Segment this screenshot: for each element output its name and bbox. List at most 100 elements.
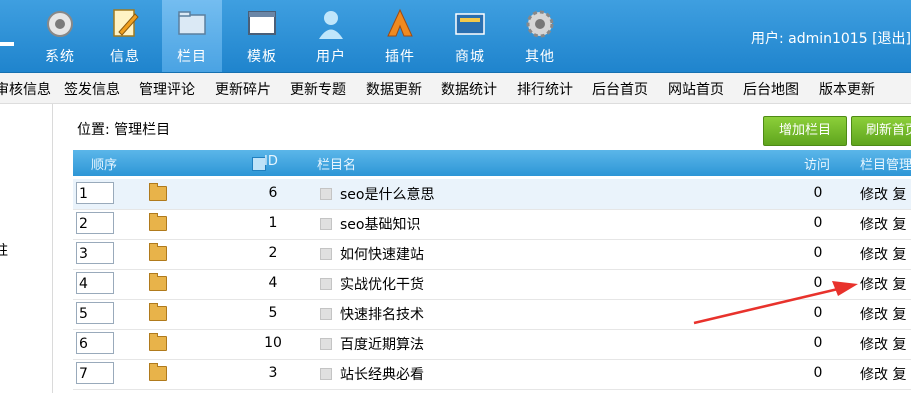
- menu-sign-info[interactable]: 签发信息: [64, 79, 120, 99]
- header-id: ID: [264, 154, 278, 169]
- column-name-link[interactable]: 如何快速建站: [340, 244, 424, 264]
- nav-label: 商城: [455, 49, 485, 65]
- visit-count: 0: [813, 245, 823, 261]
- nav-label: 其他: [525, 49, 555, 65]
- menu-rank-stats[interactable]: 排行统计: [517, 79, 573, 99]
- menu-admin-home[interactable]: 后台首页: [592, 79, 648, 99]
- menu-site-home[interactable]: 网站首页: [668, 79, 724, 99]
- menu-review-info[interactable]: 审核信息: [0, 79, 51, 99]
- edit-actions[interactable]: 修改 复: [860, 274, 906, 294]
- order-input[interactable]: 2: [76, 212, 114, 234]
- order-input[interactable]: 3: [76, 242, 114, 264]
- user-icon: [319, 11, 343, 39]
- menu-admin-map[interactable]: 后台地图: [743, 79, 799, 99]
- nav-shop[interactable]: 商城: [440, 0, 500, 72]
- page-icon: [320, 338, 332, 350]
- order-input[interactable]: 5: [76, 302, 114, 324]
- folder-icon[interactable]: [149, 183, 167, 201]
- visit-count: 0: [813, 275, 823, 291]
- column-id: 6: [268, 185, 278, 201]
- page-icon: [320, 188, 332, 200]
- table-row: 3 2 如何快速建站 0 修改 复: [73, 239, 911, 270]
- header-order: 顺序: [91, 158, 118, 173]
- page-icon: [320, 248, 332, 260]
- menu-data-update[interactable]: 数据更新: [366, 79, 422, 99]
- visit-count: 0: [813, 215, 823, 231]
- column-name-link[interactable]: seo是什么意思: [340, 184, 434, 204]
- table-row: 5 5 快速排名技术 0 修改 复: [73, 299, 911, 330]
- visit-count: 0: [813, 335, 823, 351]
- nav-label: 模板: [247, 49, 277, 65]
- edit-actions[interactable]: 修改 复: [860, 304, 906, 324]
- header-visits: 访问: [804, 158, 831, 173]
- edit-actions[interactable]: 修改 复: [860, 364, 906, 384]
- nav-user[interactable]: 用户: [301, 0, 361, 72]
- sidebar-text-fragment[interactable]: 柱: [0, 240, 8, 260]
- order-input[interactable]: 6: [76, 332, 114, 354]
- nav-column[interactable]: 栏目: [162, 0, 222, 72]
- table-row: 7 3 站长经典必看 0 修改 复: [73, 359, 911, 390]
- order-input[interactable]: 1: [76, 182, 114, 204]
- system-gear-icon: [47, 11, 73, 37]
- template-window-icon: [248, 11, 276, 35]
- folder-icon[interactable]: [149, 213, 167, 231]
- breadcrumb: 位置: 管理栏目: [77, 122, 171, 138]
- menu-topics[interactable]: 更新专题: [290, 79, 346, 99]
- menu-fragments[interactable]: 更新碎片: [215, 79, 271, 99]
- nav-label: 系统: [45, 49, 75, 65]
- column-folder-icon: [178, 11, 206, 35]
- edit-actions[interactable]: 修改 复: [860, 334, 906, 354]
- info-edit-icon: [113, 9, 139, 37]
- table-header: 顺序 ID 栏目名 访问 栏目管理: [73, 150, 911, 176]
- visit-count: 0: [813, 185, 823, 201]
- column-id: 2: [268, 245, 278, 261]
- nav-label: 插件: [385, 49, 415, 65]
- page-icon: [320, 368, 332, 380]
- user-info[interactable]: 用户: admin1015 [退出]: [751, 28, 911, 48]
- folder-icon[interactable]: [149, 303, 167, 321]
- menu-comments[interactable]: 管理评论: [139, 79, 195, 99]
- nav-system[interactable]: 系统: [30, 0, 90, 72]
- folder-icon[interactable]: [149, 243, 167, 261]
- column-name-link[interactable]: 站长经典必看: [340, 364, 424, 384]
- column-name-link[interactable]: 快速排名技术: [340, 304, 424, 324]
- add-column-button[interactable]: 增加栏目: [763, 116, 847, 146]
- column-id: 4: [268, 275, 278, 291]
- nav-info[interactable]: 信息: [95, 0, 155, 72]
- column-name-link[interactable]: 实战优化干货: [340, 274, 424, 294]
- column-name-link[interactable]: 百度近期算法: [340, 334, 424, 354]
- edit-actions[interactable]: 修改 复: [860, 214, 906, 234]
- order-input[interactable]: 4: [76, 272, 114, 294]
- page-icon: [320, 218, 332, 230]
- page-icon: [320, 308, 332, 320]
- menu-version[interactable]: 版本更新: [819, 79, 875, 99]
- visit-count: 0: [813, 305, 823, 321]
- quick-menu: 审核信息 签发信息 管理评论 更新碎片 更新专题 数据更新 数据统计 排行统计 …: [0, 73, 911, 104]
- menu-data-stats[interactable]: 数据统计: [441, 79, 497, 99]
- nav-template[interactable]: 模板: [232, 0, 292, 72]
- column-id: 1: [268, 215, 278, 231]
- column-id: 5: [268, 305, 278, 321]
- column-id: 3: [268, 365, 278, 381]
- order-input[interactable]: 7: [76, 362, 114, 384]
- header-name: 栏目名: [317, 158, 357, 173]
- nav-plugin[interactable]: 插件: [370, 0, 430, 72]
- edit-actions[interactable]: 修改 复: [860, 184, 906, 204]
- plugin-icon: [387, 8, 413, 37]
- nav-label: 用户: [316, 49, 346, 65]
- folder-icon[interactable]: [149, 333, 167, 351]
- left-arrow-icon[interactable]: [0, 42, 14, 46]
- nav-other[interactable]: 其他: [510, 0, 570, 72]
- table-row: 2 1 seo基础知识 0 修改 复: [73, 209, 911, 240]
- visit-count: 0: [813, 365, 823, 381]
- column-id: 10: [264, 335, 282, 351]
- column-name-link[interactable]: seo基础知识: [340, 214, 420, 234]
- folder-icon[interactable]: [149, 273, 167, 291]
- refresh-home-button[interactable]: 刷新首页: [851, 116, 911, 146]
- page-icon: [320, 278, 332, 290]
- table-row: 1 6 seo是什么意思 0 修改 复: [73, 179, 911, 210]
- edit-actions[interactable]: 修改 复: [860, 244, 906, 264]
- folder-icon[interactable]: [149, 363, 167, 381]
- shop-icon: [455, 13, 485, 35]
- header-manage: 栏目管理: [860, 158, 911, 173]
